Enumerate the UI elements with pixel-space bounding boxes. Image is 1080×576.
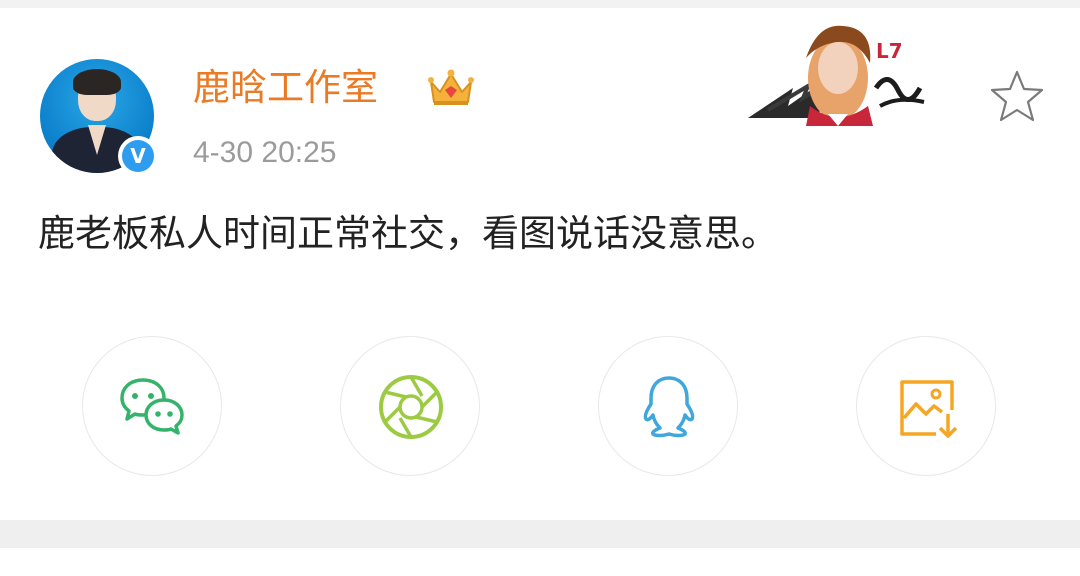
svg-text:L7: L7 (876, 39, 903, 63)
share-qq-button[interactable] (598, 336, 738, 476)
post-timestamp: 4-30 20:25 (193, 136, 337, 169)
section-divider (0, 520, 1080, 548)
next-card-edge (0, 548, 1080, 576)
top-divider (0, 0, 1080, 8)
author-name[interactable]: 鹿晗工作室 (193, 66, 378, 110)
verified-v-icon: V (122, 140, 154, 172)
qq-penguin-icon (643, 376, 695, 438)
moments-aperture-icon (379, 375, 443, 439)
save-image-button[interactable] (856, 336, 996, 476)
crown-icon (428, 69, 474, 105)
share-moments-button[interactable] (340, 336, 480, 476)
favorite-star-icon[interactable] (988, 68, 1046, 126)
weibo-post-card: V 鹿晗工作室 4-30 20:25 L7 鹿老板私人时间正常社交，看图说话没意… (0, 8, 1080, 520)
share-wechat-button[interactable] (82, 336, 222, 476)
post-content: 鹿老板私人时间正常社交，看图说话没意思。 (38, 212, 778, 255)
save-image-icon (900, 380, 958, 438)
decorative-fan-card-image: L7 (748, 25, 925, 126)
verified-badge: V (118, 136, 158, 176)
wechat-icon (120, 378, 184, 435)
avatar-hair (73, 69, 121, 95)
